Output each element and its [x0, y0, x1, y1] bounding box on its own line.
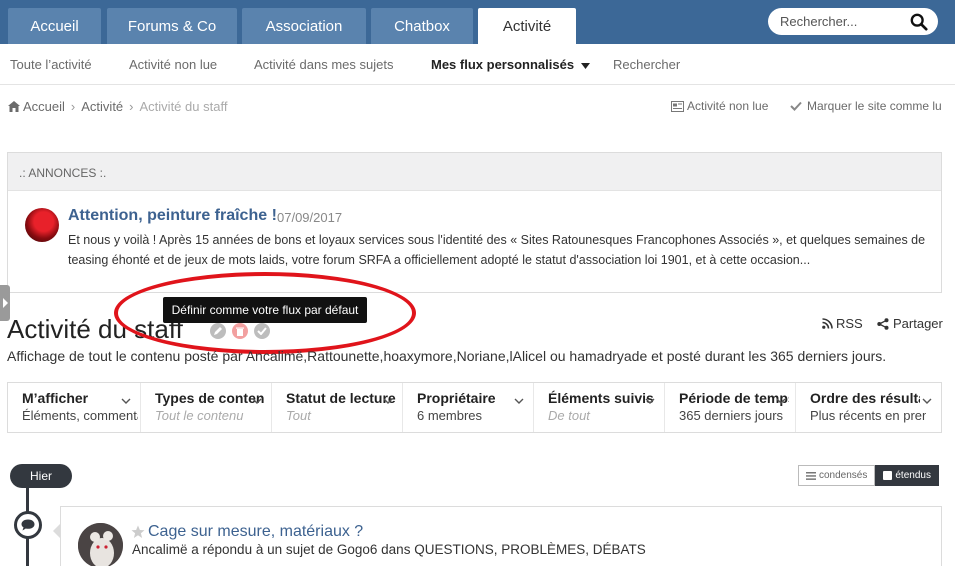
filter-value: 365 derniers jours — [679, 408, 784, 423]
rss-link[interactable]: RSS — [822, 316, 863, 331]
activity-item: Cage sur mesure, matériaux ? Ancalimë a … — [53, 506, 942, 566]
share-label: Partager — [893, 316, 943, 331]
filter-followed-items[interactable]: Éléments suivis De tout — [534, 383, 665, 432]
share-link[interactable]: Partager — [877, 316, 943, 331]
announcements-header: .: ANNONCES :. — [8, 153, 941, 191]
search-box — [768, 8, 938, 35]
subnav-custom-streams[interactable]: Mes flux personnalisés — [431, 57, 590, 72]
list-icon — [806, 471, 816, 480]
set-default-check-icon[interactable] — [254, 323, 270, 339]
home-icon — [8, 101, 20, 112]
filter-read-status[interactable]: Statut de lecture Tout — [272, 383, 403, 432]
filter-title: Éléments suivis — [548, 390, 654, 406]
view-expanded-label: étendus — [895, 470, 931, 481]
newspaper-icon — [671, 100, 684, 112]
chevron-down-icon — [514, 398, 524, 404]
filter-title: M’afficher — [22, 390, 89, 406]
filter-content-types[interactable]: Types de contenu Tout le contenu — [141, 383, 272, 432]
square-icon — [883, 471, 893, 480]
tab-association[interactable]: Association — [242, 8, 366, 44]
subnav-all-activity[interactable]: Toute l’activité — [10, 57, 92, 72]
tab-activite[interactable]: Activité — [478, 8, 576, 44]
filter-time-period[interactable]: Période de temps 365 derniers jours — [665, 383, 796, 432]
tooltip-set-default: Définir comme votre flux par défaut — [163, 297, 367, 323]
view-expanded-button[interactable]: étendus — [875, 465, 939, 486]
check-icon — [790, 101, 802, 111]
view-condensed-button[interactable]: condensés — [798, 465, 876, 486]
search-input[interactable] — [780, 14, 900, 29]
filter-value: Plus récents en premier — [810, 408, 926, 423]
chevron-right-icon: › — [70, 99, 76, 114]
search-icon[interactable] — [910, 13, 928, 31]
comment-bubble-icon — [14, 511, 42, 539]
tab-forums[interactable]: Forums & Co — [107, 8, 237, 44]
filter-owner[interactable]: Propriétaire 6 membres — [403, 383, 534, 432]
activity-summary: Ancalimë a répondu à un sujet de Gogo6 d… — [132, 542, 646, 557]
star-icon[interactable] — [131, 525, 145, 539]
activity-author-avatar[interactable] — [78, 523, 123, 566]
announcement-title[interactable]: Attention, peinture fraîche ! — [68, 207, 277, 225]
announcement-date: 07/09/2017 — [277, 210, 343, 225]
announcement-author-avatar[interactable] — [25, 208, 59, 242]
filter-value: Tout le contenu — [155, 408, 244, 423]
delete-icon[interactable] — [232, 323, 248, 339]
subnav-custom-streams-label: Mes flux personnalisés — [431, 57, 575, 72]
announcements-box: .: ANNONCES :. Attention, peinture fraîc… — [7, 152, 942, 293]
timeline-day-label: Hier — [10, 464, 72, 488]
rss-label: RSS — [836, 316, 863, 331]
top-navigation-bar: Accueil Forums & Co Association Chatbox … — [0, 0, 955, 44]
announcement-text: Et nous y voilà ! Après 15 années de bon… — [68, 233, 926, 267]
share-icon — [877, 317, 889, 330]
mark-site-read-link[interactable]: Marquer le site comme lu — [790, 99, 942, 113]
filter-title: Ordre des résultats — [810, 390, 920, 406]
filter-bar: M’afficher Éléments, commentaires Types … — [7, 382, 942, 433]
page-title: Activité du staff — [7, 314, 183, 344]
chevron-down-icon — [383, 398, 393, 404]
mark-site-read-label: Marquer le site comme lu — [807, 99, 942, 113]
filter-title: Période de temps — [679, 390, 789, 406]
filter-title: Types de contenu — [155, 390, 265, 406]
filter-show-me[interactable]: M’afficher Éléments, commentaires — [8, 383, 141, 432]
chevron-right-icon: › — [129, 99, 134, 114]
breadcrumb-activity[interactable]: Activité — [81, 99, 123, 114]
subnav-search[interactable]: Rechercher — [613, 57, 680, 72]
view-condensed-label: condensés — [819, 470, 868, 481]
rss-icon — [822, 318, 833, 329]
chevron-down-icon — [121, 398, 131, 404]
tab-accueil[interactable]: Accueil — [8, 8, 101, 44]
chevron-down-icon — [776, 398, 786, 404]
filter-title: Propriétaire — [417, 390, 496, 406]
filter-value: Tout — [286, 408, 311, 423]
unread-activity-link[interactable]: Activité non lue — [671, 99, 768, 113]
chevron-down-icon — [922, 398, 932, 404]
breadcrumb-home[interactable]: Accueil — [23, 99, 65, 114]
stream-description: Affichage de tout le contenu posté par A… — [7, 348, 887, 364]
sub-navigation: Toute l’activité Activité non lue Activi… — [0, 44, 955, 85]
filter-value: Éléments, commentaires — [22, 408, 138, 423]
filter-title: Statut de lecture — [286, 390, 396, 406]
stream-actions — [210, 323, 270, 339]
subnav-unread-activity[interactable]: Activité non lue — [129, 57, 217, 72]
filter-value: De tout — [548, 408, 590, 423]
chevron-down-icon — [252, 398, 262, 404]
breadcrumb-current: Activité du staff — [139, 99, 228, 114]
subnav-my-topics-activity[interactable]: Activité dans mes sujets — [254, 57, 393, 72]
activity-title[interactable]: Cage sur mesure, matériaux ? — [148, 523, 363, 541]
filter-value: 6 membres — [417, 408, 483, 423]
filter-sort-order[interactable]: Ordre des résultats Plus récents en prem… — [796, 383, 941, 432]
tab-chatbox[interactable]: Chatbox — [371, 8, 473, 44]
unread-activity-label: Activité non lue — [687, 99, 769, 113]
breadcrumb: Accueil › Activité › Activité du staff — [8, 99, 227, 114]
view-mode-toggle: condensés étendus — [798, 465, 939, 486]
chevron-down-icon — [645, 398, 655, 404]
caret-down-icon — [580, 62, 590, 69]
edit-icon[interactable] — [210, 323, 226, 339]
